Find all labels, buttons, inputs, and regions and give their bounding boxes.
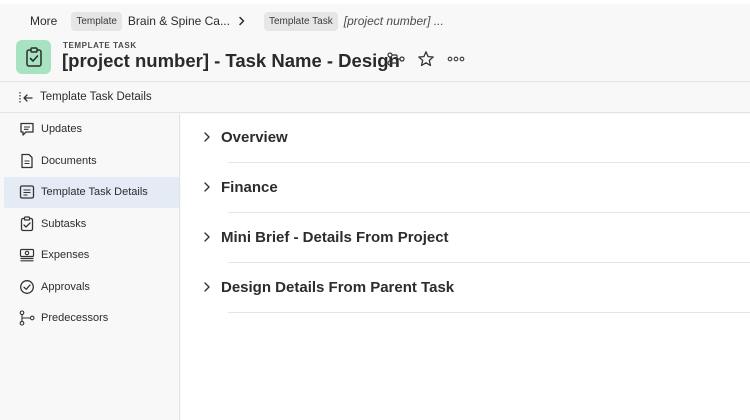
- window-edge: [0, 0, 750, 4]
- collapse-sidebar-icon[interactable]: [18, 90, 34, 106]
- section-title: Overview: [221, 129, 288, 146]
- sidebar-item-documents[interactable]: Documents: [4, 146, 179, 177]
- chevron-right-icon[interactable]: [201, 181, 213, 193]
- approval-check-icon: [19, 279, 35, 295]
- sidebar: Updates Documents Template Task Details: [0, 114, 180, 420]
- sidebar-item-label: Template Task Details: [41, 186, 148, 198]
- details-icon: [19, 184, 35, 200]
- divider: [228, 262, 750, 263]
- sidebar-item-label: Updates: [41, 123, 82, 135]
- section-design-details[interactable]: Design Details From Parent Task: [201, 264, 750, 313]
- sidebar-item-subtasks[interactable]: Subtasks: [4, 209, 179, 240]
- sidebar-item-label: Approvals: [41, 280, 90, 293]
- sidebar-item-template-task-details[interactable]: Template Task Details: [4, 177, 179, 208]
- divider: [228, 162, 750, 163]
- more-icon[interactable]: [446, 49, 466, 69]
- header-actions: [386, 49, 476, 69]
- comment-icon: [19, 121, 35, 137]
- sidebar-item-updates[interactable]: Updates: [4, 114, 179, 145]
- panel-title: Template Task Details: [40, 91, 152, 103]
- chevron-right-icon[interactable]: [201, 131, 213, 143]
- section-title: Finance: [221, 179, 278, 196]
- breadcrumb-more-button[interactable]: More: [30, 14, 57, 28]
- divider: [228, 212, 750, 213]
- sidebar-item-expenses[interactable]: Expenses: [4, 240, 179, 271]
- sidebar-item-label: Documents: [41, 154, 97, 167]
- sidebar-item-label: Expenses: [41, 249, 90, 261]
- sidebar-item-label: Subtasks: [41, 217, 87, 230]
- section-finance[interactable]: Finance: [201, 164, 750, 213]
- breadcrumb-type-badge: Template Task: [263, 11, 338, 31]
- page-title: [project number] - Task Name - Design: [62, 50, 400, 71]
- divider: [228, 312, 750, 313]
- predecessors-icon: [19, 310, 35, 326]
- section-overview[interactable]: Overview: [201, 114, 750, 163]
- expenses-icon: [19, 247, 35, 263]
- chevron-right-icon[interactable]: [201, 231, 213, 243]
- sidebar-item-predecessors[interactable]: Predecessors: [4, 303, 179, 334]
- breadcrumb-link-template[interactable]: Brain & Spine Ca...: [128, 14, 230, 28]
- panel-header: Template Task Details: [0, 83, 750, 113]
- breadcrumb: More Template Brain & Spine Ca... Templa…: [30, 10, 444, 32]
- main-content: Overview Finance Mini Brief - Details Fr…: [181, 114, 750, 420]
- subtasks-icon: [19, 215, 35, 232]
- sidebar-item-label: Predecessors: [41, 312, 109, 324]
- star-icon[interactable]: [416, 49, 436, 69]
- breadcrumb-type-badge: Template: [71, 11, 122, 31]
- clipboard-check-icon: [16, 40, 51, 74]
- sidebar-item-approvals[interactable]: Approvals: [4, 272, 179, 303]
- document-icon: [19, 153, 35, 169]
- breadcrumb-separator-chevron-icon: [230, 16, 254, 26]
- section-title: Design Details From Parent Task: [221, 279, 455, 296]
- page-subtitle: TEMPLATE TASK: [63, 41, 137, 50]
- section-title: Mini Brief - Details From Project: [221, 229, 449, 246]
- top-header: More Template Brain & Spine Ca... Templa…: [0, 0, 750, 82]
- section-mini-brief[interactable]: Mini Brief - Details From Project: [201, 214, 750, 263]
- breadcrumb-current-item[interactable]: [project number] ...: [344, 14, 444, 28]
- chevron-right-icon[interactable]: [201, 281, 213, 293]
- hierarchy-icon[interactable]: [386, 49, 406, 69]
